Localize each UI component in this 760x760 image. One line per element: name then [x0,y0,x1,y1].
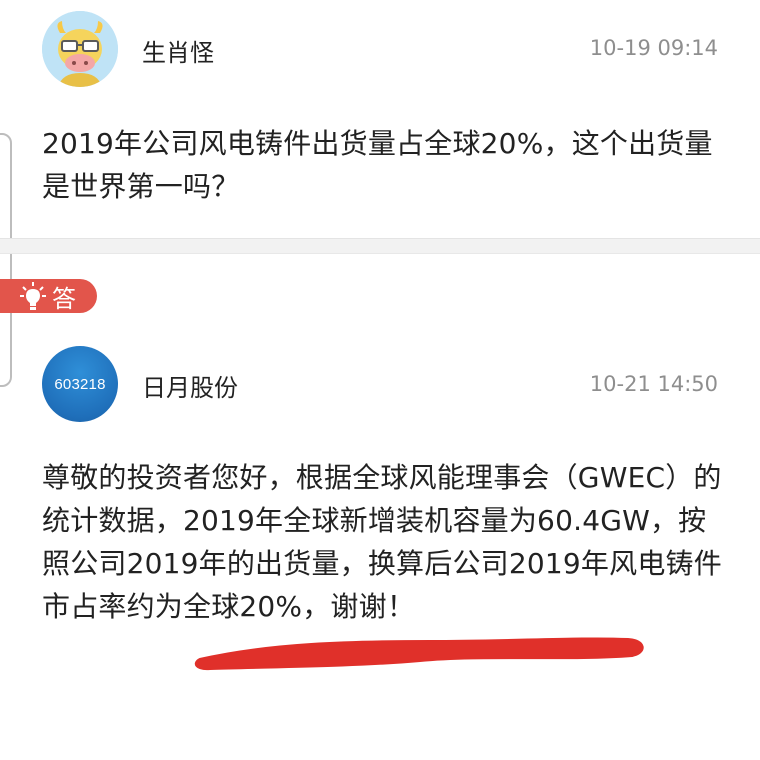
answerer-stock-code: 603218 [54,375,106,393]
lightbulb-icon [20,282,46,310]
answerer-name[interactable]: 日月股份 [142,368,238,403]
edge-drawer-handle[interactable] [0,133,12,387]
answer-timestamp: 10-21 14:50 [589,372,718,396]
cartoon-cow-icon [42,11,118,87]
red-underline-mark [194,637,644,671]
answerer-avatar[interactable]: 603218 [42,346,118,422]
qa-page: 生肖怪 10-19 09:14 2019年公司风电铸件出货量占全球20%，这个出… [0,0,760,760]
question-timestamp: 10-19 09:14 [589,36,718,60]
answer-badge: 答 [0,279,97,313]
questioner-avatar[interactable] [42,11,118,87]
question-text: 2019年公司风电铸件出货量占全球20%，这个出货量是世界第一吗？ [42,127,713,203]
answer-text: 尊敬的投资者您好，根据全球风能理事会（GWEC）的统计数据，2019年全球新增装… [42,461,722,623]
section-divider [0,238,760,254]
answer-badge-label: 答 [52,284,76,313]
questioner-name[interactable]: 生肖怪 [142,33,214,68]
